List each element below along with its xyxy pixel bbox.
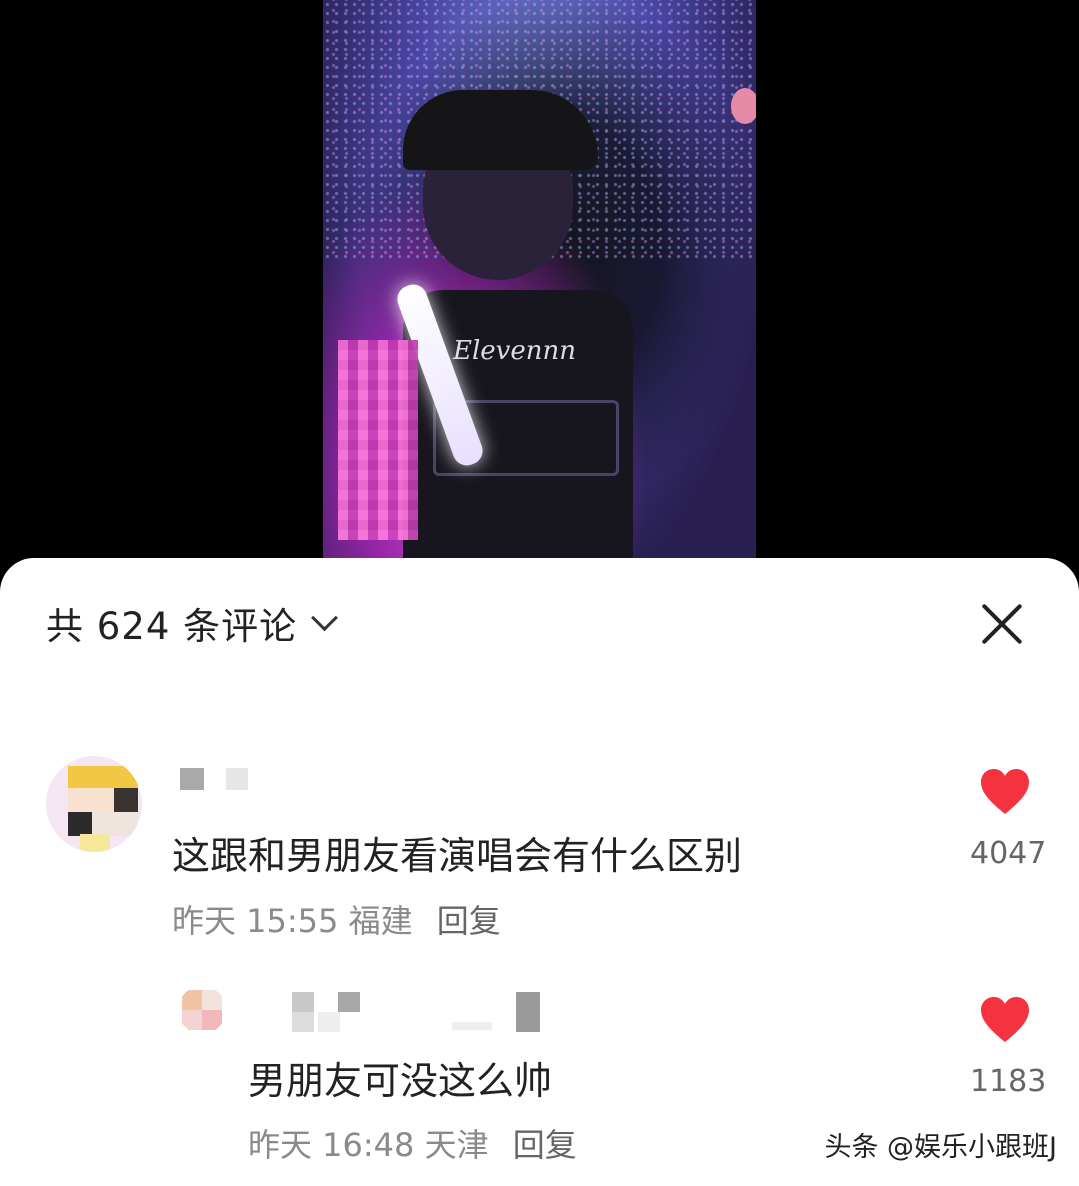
source-watermark: 头条 @娱乐小跟班J (824, 1132, 1057, 1163)
blur-pixel (226, 768, 248, 790)
close-icon[interactable] (980, 602, 1024, 646)
comments-header[interactable]: 共 624 条评论 (46, 598, 339, 648)
avatar-pixel (182, 1010, 202, 1030)
blur-pixel (180, 768, 204, 790)
like-count: 1183 (970, 1064, 1047, 1099)
avatar[interactable] (46, 756, 142, 852)
blur-pixel (292, 992, 314, 1012)
username-blurred[interactable] (292, 992, 542, 1032)
avatar-pixel (68, 788, 114, 812)
avatar-pixel (114, 788, 138, 812)
avatar-pixel (80, 834, 110, 852)
comment-location: 福建 (348, 902, 413, 940)
comment-meta: 昨天 16:48 天津 回复 (248, 1120, 577, 1166)
comment-text: 男朋友可没这么帅 (248, 1059, 553, 1103)
blur-pixel (338, 992, 360, 1012)
avatar-pixel (68, 766, 138, 788)
person-cap (403, 90, 598, 170)
blurred-face (338, 340, 418, 540)
username-blurred[interactable] (180, 768, 250, 790)
comments-sheet: 共 624 条评论 这跟和男朋友看演唱会有什么区别 昨天 15:55 福建 回复… (0, 558, 1079, 1186)
like-count: 4047 (970, 836, 1047, 871)
avatar-pixel (182, 990, 202, 1010)
reply-button[interactable]: 回复 (513, 1126, 577, 1164)
blur-pixel (292, 1012, 314, 1032)
heart-icon (981, 997, 1029, 1042)
avatar-pixel (202, 990, 222, 1010)
blur-pixel (452, 1022, 492, 1030)
blur-pixel (516, 992, 540, 1032)
avatar-pixel (92, 812, 138, 836)
comment-count: 共 624 条评论 (46, 605, 298, 648)
balloon (731, 88, 756, 124)
like-button[interactable]: 1183 (970, 996, 1047, 1099)
avatar-pixel (68, 812, 92, 836)
blur-pixel (318, 1012, 340, 1032)
heart-icon (981, 769, 1029, 814)
like-button[interactable]: 4047 (970, 768, 1047, 871)
video-area[interactable]: Elevennn (0, 0, 1079, 570)
comment-location: 天津 (424, 1126, 489, 1164)
avatar[interactable] (178, 986, 226, 1034)
comment-time: 昨天 15:55 (172, 902, 339, 940)
reply-button[interactable]: 回复 (437, 902, 501, 940)
avatar-pixel (202, 1010, 222, 1030)
video-frame[interactable]: Elevennn (323, 0, 756, 558)
comment-text: 这跟和男朋友看演唱会有什么区别 (172, 834, 743, 878)
video-watermark: Elevennn (453, 336, 576, 366)
chevron-down-icon[interactable] (311, 603, 339, 631)
comment-time: 昨天 16:48 (248, 1126, 415, 1164)
comment-meta: 昨天 15:55 福建 回复 (172, 896, 501, 942)
